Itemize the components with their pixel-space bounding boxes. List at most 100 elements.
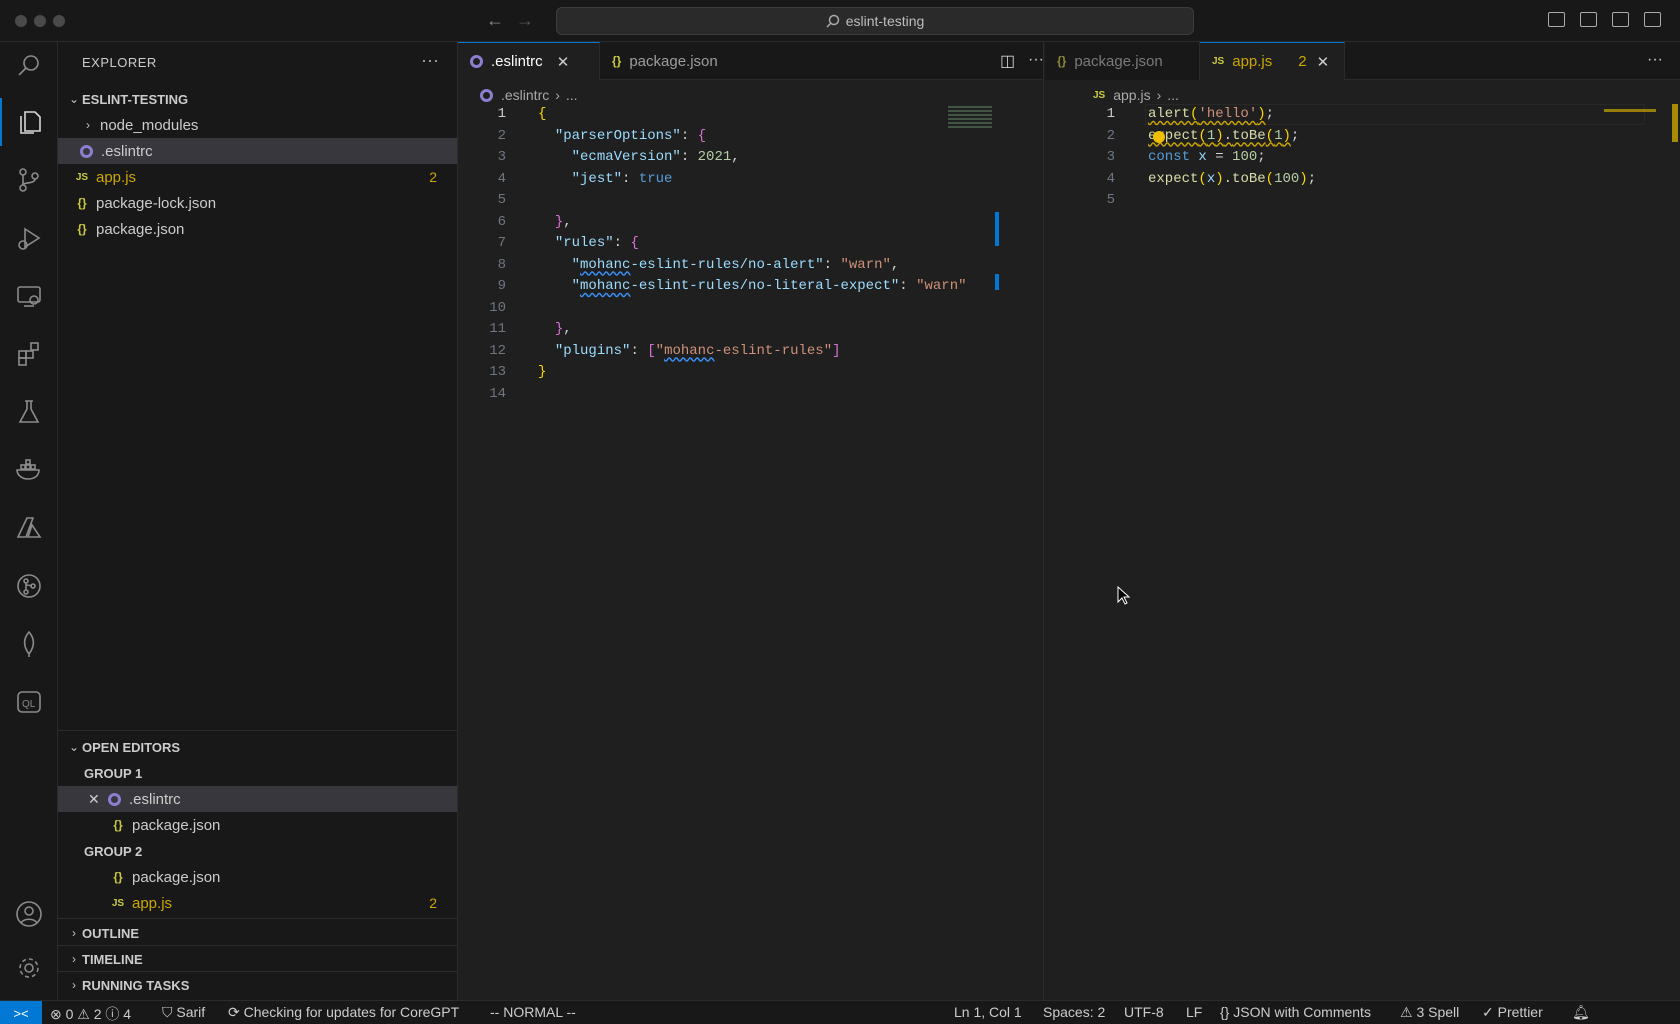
extensions-icon[interactable] xyxy=(0,330,58,378)
code-line: expect(1).toBe(1); xyxy=(1148,127,1300,144)
eslint-file-icon xyxy=(470,55,483,68)
tree-item-eslintrc[interactable]: .eslintrc xyxy=(58,138,457,164)
git-graph-icon[interactable] xyxy=(0,562,58,610)
update-label: Checking for updates for CoreGPT xyxy=(243,1004,460,1020)
prettier-status[interactable]: ✓ Prettier xyxy=(1482,1004,1543,1021)
outline-title: OUTLINE xyxy=(82,925,140,941)
mongodb-icon[interactable] xyxy=(0,620,58,668)
activity-bar: QL xyxy=(0,42,58,1000)
indentation[interactable]: Spaces: 2 xyxy=(1043,1004,1105,1020)
chevron-down-icon: ⌄ xyxy=(68,92,80,106)
explorer-more-actions-icon[interactable]: ··· xyxy=(421,50,439,71)
close-icon[interactable]: ✕ xyxy=(88,791,104,808)
run-debug-icon[interactable] xyxy=(0,214,58,262)
breadcrumb-file[interactable]: app.js xyxy=(1113,87,1150,103)
open-editor-package-json[interactable]: {} package.json xyxy=(58,864,457,890)
minimap[interactable] xyxy=(1604,109,1656,112)
docker-icon[interactable] xyxy=(0,446,58,494)
json-file-icon: {} xyxy=(77,222,87,236)
group1-label[interactable]: GROUP 1 xyxy=(58,760,457,786)
line-number: 12 xyxy=(489,342,506,359)
group2-label[interactable]: GROUP 2 xyxy=(58,838,457,864)
command-center-search[interactable]: eslint-testing xyxy=(556,7,1194,35)
encoding[interactable]: UTF-8 xyxy=(1124,1004,1164,1020)
tab-package-json[interactable]: {} package.json xyxy=(1045,42,1200,80)
json-file-icon: {} xyxy=(1057,54,1067,68)
tab-app-js[interactable]: JS app.js 2 ✕ xyxy=(1200,42,1345,80)
codeql-icon[interactable]: QL xyxy=(0,678,58,726)
testing-icon[interactable] xyxy=(0,388,58,436)
minimap[interactable] xyxy=(948,106,992,128)
code-line: "rules": { xyxy=(554,235,639,251)
breadcrumb-more[interactable]: ... xyxy=(566,87,578,103)
tree-item-package-json[interactable]: {} package.json xyxy=(58,216,457,242)
more-actions-icon[interactable]: ··· xyxy=(1647,51,1663,69)
tab-bar: {} package.json JS app.js 2 ✕ ··· xyxy=(1045,42,1680,80)
tree-item-package-lock[interactable]: {} package-lock.json xyxy=(58,190,457,216)
toggle-primary-sidebar-icon[interactable] xyxy=(1548,12,1565,27)
code-line: "mohanc-eslint-rules/no-alert": "warn", xyxy=(571,256,900,273)
open-editors-header[interactable]: ⌄ OPEN EDITORS xyxy=(58,734,457,760)
problem-count-badge: 2 xyxy=(429,169,437,185)
notifications-bell-icon[interactable]: 🔔︎ xyxy=(1572,1004,1590,1021)
close-icon[interactable]: ✕ xyxy=(1317,53,1330,71)
running-tasks-header[interactable]: › RUNNING TASKS xyxy=(58,972,457,998)
breadcrumb[interactable]: .eslintrc › ... xyxy=(480,84,578,106)
maximize-window-button[interactable] xyxy=(53,15,65,27)
lightbulb-icon[interactable] xyxy=(1153,131,1165,143)
json-file-icon: {} xyxy=(77,196,87,210)
tree-item-app-js[interactable]: JS app.js 2 xyxy=(58,164,457,190)
settings-gear-icon[interactable] xyxy=(0,944,58,992)
forward-arrow-icon[interactable]: → xyxy=(516,10,534,31)
open-editor-app-js[interactable]: JS app.js 2 xyxy=(58,890,457,916)
back-arrow-icon[interactable]: ← xyxy=(486,10,504,31)
sarif-status[interactable]: ⛉ Sarif xyxy=(162,1004,205,1021)
close-window-button[interactable] xyxy=(15,15,27,27)
breadcrumb-file[interactable]: .eslintrc xyxy=(501,87,549,103)
source-control-icon[interactable] xyxy=(0,156,58,204)
customize-layout-icon[interactable] xyxy=(1644,12,1661,27)
toggle-secondary-sidebar-icon[interactable] xyxy=(1612,12,1629,27)
group2-title: GROUP 2 xyxy=(84,843,143,859)
toggle-panel-icon[interactable] xyxy=(1580,12,1597,27)
line-number: 5 xyxy=(497,192,506,208)
update-status[interactable]: ⟳ Checking for updates for CoreGPT xyxy=(228,1004,459,1021)
search-icon[interactable] xyxy=(0,42,58,90)
project-section-header[interactable]: ⌄ ESLINT-TESTING xyxy=(58,86,457,112)
language-mode[interactable]: {} JSON with Comments xyxy=(1220,1004,1371,1020)
end-of-line[interactable]: LF xyxy=(1186,1004,1202,1020)
spell-label: 3 Spell xyxy=(1416,1004,1460,1020)
status-bar: >< ⊗ 0 ⚠ 2 ⓘ 4 ⛉ Sarif ⟳ Checking for up… xyxy=(0,1000,1680,1024)
minimize-window-button[interactable] xyxy=(34,15,46,27)
code-line: "mohanc-eslint-rules/no-literal-expect":… xyxy=(571,278,967,294)
line-number: 5 xyxy=(1106,192,1115,208)
split-editor-icon[interactable]: ◫ xyxy=(1000,51,1015,71)
more-actions-icon[interactable]: ··· xyxy=(1028,51,1044,69)
explorer-sidebar: EXPLORER ··· ⌄ ESLINT-TESTING › node_mod… xyxy=(58,42,458,1000)
tab-package-json[interactable]: {} package.json xyxy=(600,42,742,80)
breadcrumb-more[interactable]: ... xyxy=(1167,87,1179,103)
cursor-position[interactable]: Ln 1, Col 1 xyxy=(954,1004,1022,1020)
problems-indicator[interactable]: ⊗ 0 ⚠ 2 ⓘ 4 xyxy=(50,1004,131,1024)
timeline-header[interactable]: › TIMELINE xyxy=(58,946,457,972)
close-icon[interactable]: ✕ xyxy=(557,53,570,71)
account-icon[interactable] xyxy=(0,890,58,938)
spell-check[interactable]: ⚠ 3 Spell xyxy=(1400,1004,1459,1021)
outline-header[interactable]: › OUTLINE xyxy=(58,920,457,946)
tree-item-node-modules[interactable]: › node_modules xyxy=(58,112,457,138)
open-editor-package-json[interactable]: {} package.json xyxy=(58,812,457,838)
title-bar: ← → eslint-testing xyxy=(0,0,1680,42)
shield-icon: ⛉ xyxy=(162,1004,177,1020)
project-title: ESLINT-TESTING xyxy=(82,91,189,107)
azure-icon[interactable] xyxy=(0,504,58,552)
open-editor-eslintrc[interactable]: ✕ .eslintrc xyxy=(58,786,457,812)
chevron-right-icon: › xyxy=(86,118,90,132)
remote-explorer-icon[interactable] xyxy=(0,272,58,320)
line-number: 7 xyxy=(497,235,506,251)
file-label: package.json xyxy=(132,868,221,886)
files-icon[interactable] xyxy=(0,98,58,146)
remote-indicator-icon[interactable]: >< xyxy=(0,1001,42,1024)
code-line: const x = 100; xyxy=(1148,149,1266,165)
breadcrumb[interactable]: JS app.js › ... xyxy=(1093,84,1179,106)
tab-eslintrc[interactable]: .eslintrc ✕ xyxy=(458,42,600,80)
